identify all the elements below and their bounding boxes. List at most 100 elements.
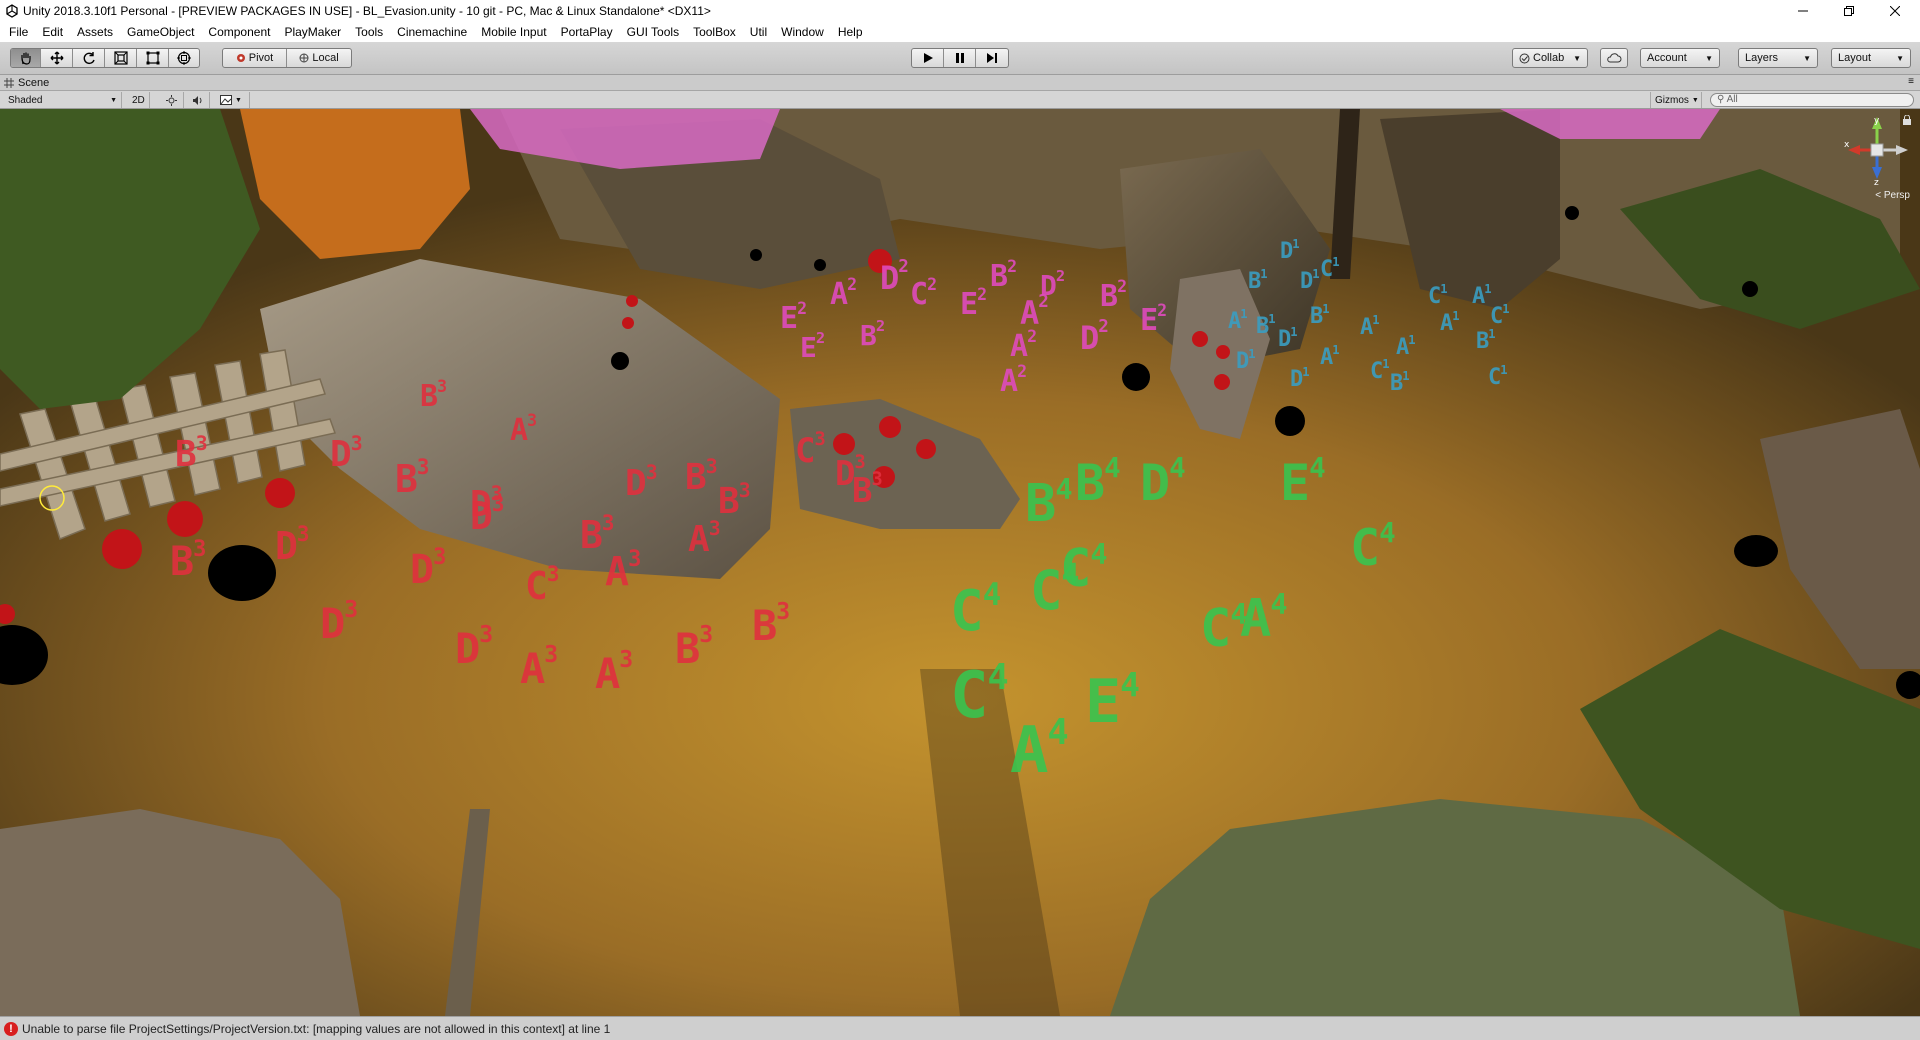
scale-tool-button[interactable]: [105, 49, 137, 67]
layers-dropdown[interactable]: Layers ▼: [1738, 48, 1818, 68]
hand-tool-button[interactable]: [11, 49, 41, 67]
svg-text:z: z: [1874, 178, 1879, 185]
minimize-icon: [1798, 10, 1808, 12]
scene-label: B3: [752, 599, 790, 650]
scene-label: B2: [1100, 277, 1127, 314]
tab-scene[interactable]: Scene: [4, 75, 49, 91]
local-label: Local: [312, 52, 339, 64]
scene-label: A2: [1000, 362, 1027, 399]
scene-label: D1: [1278, 325, 1298, 352]
scene-label: B3: [718, 479, 751, 522]
scene-label: A3: [688, 517, 721, 560]
sun-icon: [166, 94, 177, 106]
menu-bar: File Edit Assets GameObject Component Pl…: [0, 22, 1920, 42]
menu-gameobject[interactable]: GameObject: [120, 22, 201, 42]
scene-label: B3: [170, 537, 206, 585]
scene-label: A3: [605, 547, 641, 595]
play-button[interactable]: [912, 49, 944, 67]
pivot-button[interactable]: Pivot: [223, 49, 287, 67]
scene-label: E2: [960, 285, 987, 322]
scene-label: E2: [800, 329, 825, 364]
chevron-down-icon: ▼: [1803, 53, 1811, 63]
menu-portaplay[interactable]: PortaPlay: [554, 22, 620, 42]
scene-label: C4: [950, 577, 1001, 644]
scene-label: C3: [525, 562, 559, 608]
check-circle-icon: [1519, 53, 1530, 63]
step-button[interactable]: [976, 49, 1008, 67]
menu-help[interactable]: Help: [831, 22, 870, 42]
status-message: Unable to parse file ProjectSettings/Pro…: [22, 1021, 611, 1036]
toggle-2d-button[interactable]: 2D: [128, 92, 150, 108]
step-icon: [987, 53, 997, 63]
collab-dropdown[interactable]: Collab ▼: [1512, 48, 1588, 68]
scene-label: B2: [860, 317, 885, 352]
scene-label: B3: [175, 432, 208, 475]
pause-button[interactable]: [944, 49, 976, 67]
local-button[interactable]: Local: [287, 49, 351, 67]
lock-icon[interactable]: [1902, 115, 1912, 125]
scene-label: A2: [1010, 327, 1037, 364]
scene-label: D2: [880, 257, 909, 297]
effects-dropdown[interactable]: ▼: [216, 92, 250, 108]
menu-cinemachine[interactable]: Cinemachine: [390, 22, 474, 42]
menu-mobile-input[interactable]: Mobile Input: [474, 22, 553, 42]
transform-tool-button[interactable]: [169, 49, 199, 67]
shading-mode-dropdown[interactable]: Shaded ▼: [4, 92, 122, 108]
status-bar[interactable]: ! Unable to parse file ProjectSettings/P…: [0, 1016, 1920, 1040]
chevron-down-icon: ▼: [235, 96, 242, 104]
scene-viewport[interactable]: D2 A2 C2 E2 B2 E2 A2 D2 E2 B2 A2 D2 B2 E…: [0, 109, 1920, 1016]
title-bar: Unity 2018.3.10f1 Personal - [PREVIEW PA…: [0, 0, 1920, 22]
layout-dropdown[interactable]: Layout ▼: [1831, 48, 1911, 68]
image-icon: [220, 95, 232, 105]
scene-label: D3: [410, 545, 446, 593]
scene-label: A4: [1010, 712, 1069, 788]
menu-file[interactable]: File: [2, 22, 35, 42]
menu-component[interactable]: Component: [201, 22, 277, 42]
scene-label: C4: [1350, 517, 1396, 577]
scene-label: C4: [1030, 557, 1079, 622]
restore-button[interactable]: [1826, 0, 1872, 22]
scene-label: E2: [1140, 301, 1167, 338]
menu-tools[interactable]: Tools: [348, 22, 390, 42]
scene-label: D1: [1236, 347, 1256, 374]
menu-toolbox[interactable]: ToolBox: [686, 22, 743, 42]
restore-icon: [1844, 6, 1854, 16]
move-tool-button[interactable]: [41, 49, 73, 67]
axis-gizmo-icon: y x z: [1844, 116, 1908, 188]
panel-menu-icon[interactable]: ≡: [1908, 76, 1914, 87]
menu-gui-tools[interactable]: GUI Tools: [620, 22, 686, 42]
menu-assets[interactable]: Assets: [70, 22, 120, 42]
scene-label: A1: [1440, 309, 1460, 336]
scene-label: D3: [625, 461, 658, 504]
scene-label: C4: [950, 657, 1009, 733]
lighting-toggle[interactable]: [162, 92, 184, 108]
rect-tool-button[interactable]: [137, 49, 169, 67]
scene-label: D3: [330, 432, 363, 475]
scene-label: D1: [1280, 237, 1300, 264]
menu-edit[interactable]: Edit: [35, 22, 70, 42]
scene-label: A1: [1228, 307, 1248, 334]
scene-label: A2: [830, 275, 857, 312]
account-dropdown[interactable]: Account ▼: [1640, 48, 1720, 68]
audio-toggle[interactable]: [188, 92, 210, 108]
chevron-down-icon: ▼: [1896, 53, 1904, 63]
close-button[interactable]: [1872, 0, 1918, 22]
scene-tab-bar: Scene ≡: [0, 75, 1920, 91]
menu-playmaker[interactable]: PlayMaker: [277, 22, 348, 42]
rotate-tool-button[interactable]: [73, 49, 105, 67]
menu-window[interactable]: Window: [774, 22, 831, 42]
projection-label[interactable]: < Persp: [1875, 190, 1910, 201]
orientation-gizmo[interactable]: y x z < Persp: [1842, 115, 1912, 201]
scene-label: B3: [395, 455, 429, 501]
scene-label: B1: [1248, 267, 1268, 294]
scene-label: A3: [510, 411, 537, 448]
minimize-button[interactable]: [1780, 0, 1826, 22]
chevron-down-icon: ▼: [1573, 53, 1581, 63]
gizmos-dropdown[interactable]: Gizmos ▼: [1650, 92, 1702, 108]
scene-search-input[interactable]: ⚲ All: [1710, 93, 1914, 107]
play-icon: [923, 53, 933, 63]
scene-label: B3: [852, 469, 883, 511]
cloud-button[interactable]: [1600, 48, 1628, 68]
menu-util[interactable]: Util: [743, 22, 774, 42]
scene-label: A3: [520, 642, 558, 693]
